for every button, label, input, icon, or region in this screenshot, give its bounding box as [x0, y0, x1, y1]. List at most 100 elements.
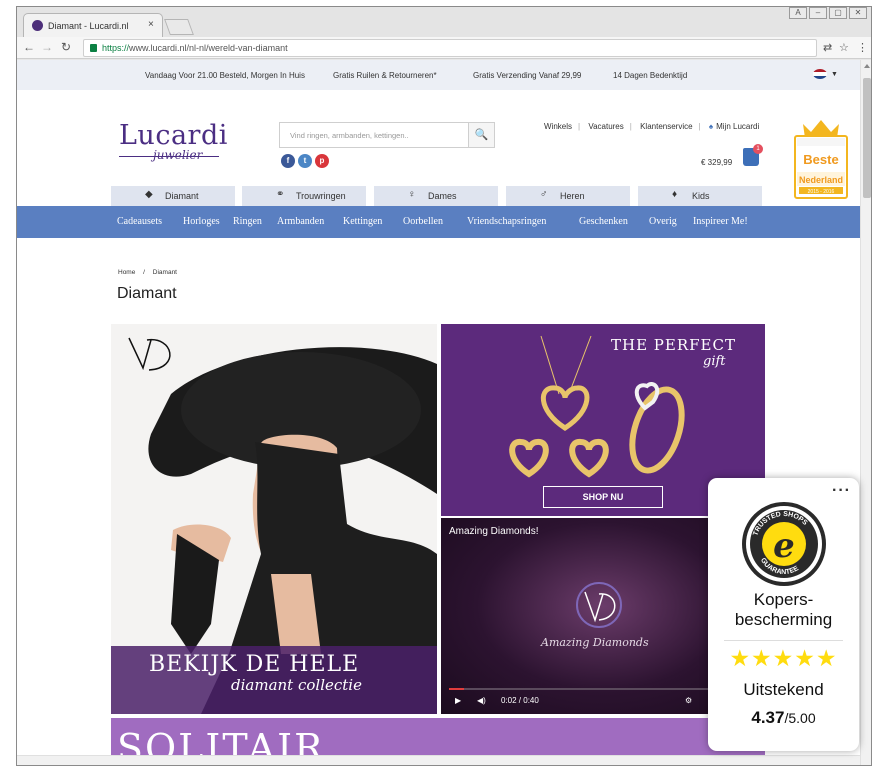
breadcrumb-separator: /: [143, 269, 145, 276]
rings-icon: ⚭: [276, 189, 285, 200]
tab-title: Diamant - Lucardi.nl: [48, 21, 129, 31]
hero-caption: BEKIJK DE HELE diamant collectie: [111, 646, 437, 714]
usp-item: 14 Dagen Bedenktijd: [613, 71, 688, 80]
nav-item-armbanden[interactable]: Armbanden: [277, 216, 324, 227]
rating-stars-icon: ★★★★★: [729, 645, 838, 671]
breadcrumb: Home / Diamant: [118, 269, 177, 276]
buyer-protection-label: Kopers- bescherming: [734, 590, 833, 629]
search-button[interactable]: 🔍: [468, 123, 494, 147]
promo-heading: THE PERFECT: [611, 336, 736, 354]
vertical-scrollbar[interactable]: [860, 60, 871, 765]
horizontal-scrollbar[interactable]: [17, 755, 860, 765]
scroll-up-arrow-icon[interactable]: [864, 64, 870, 68]
usp-item: Vandaag Voor 21.00 Besteld, Morgen In Hu…: [145, 71, 305, 80]
main-navigation: Cadeausets Horloges Ringen Armbanden Ket…: [17, 206, 860, 238]
tab-dames[interactable]: ♀ Dames: [374, 186, 498, 206]
link-klantenservice[interactable]: Klantenservice: [640, 122, 692, 131]
bookmark-star-icon[interactable]: ☆: [839, 41, 849, 54]
svg-text:Beste: Beste: [803, 152, 838, 167]
link-vacatures[interactable]: Vacatures: [588, 122, 623, 131]
tab-label: Heren: [560, 191, 585, 201]
svg-text:2015 - 2016: 2015 - 2016: [808, 189, 835, 195]
nav-item-horloges[interactable]: Horloges: [183, 216, 220, 227]
nav-item-overig[interactable]: Overig: [649, 216, 677, 227]
user-icon: ♠: [708, 122, 714, 131]
video-logo-icon: [576, 582, 622, 628]
nav-item-oorbellen[interactable]: Oorbellen: [403, 216, 443, 227]
video-script-text: Amazing Diamonds: [541, 636, 649, 649]
search-placeholder: Vind ringen, armbanden, kettingen..: [290, 131, 409, 140]
favicon-icon: [32, 20, 43, 31]
top-links: Winkels | Vacatures | Klantenservice | ♠ Mij…: [544, 122, 760, 131]
flag-nl-icon[interactable]: [813, 69, 827, 79]
nav-item-kettingen[interactable]: Kettingen: [343, 216, 382, 227]
maximize-button[interactable]: ▢: [829, 7, 847, 19]
lucardi-logo[interactable]: Lucardi juwelier: [119, 120, 228, 162]
usp-item: Gratis Verzending Vanaf 29,99: [473, 71, 582, 80]
tab-close-icon[interactable]: ×: [148, 19, 154, 30]
pinterest-icon[interactable]: p: [315, 154, 329, 168]
chevron-down-icon[interactable]: ▼: [831, 71, 838, 78]
hero-subheading: diamant collectie: [231, 676, 362, 694]
male-icon: ♂: [540, 189, 548, 200]
browser-tab[interactable]: Diamant - Lucardi.nl ×: [23, 13, 163, 37]
facebook-icon[interactable]: f: [281, 154, 295, 168]
new-tab-button[interactable]: [164, 19, 194, 35]
video-progress-fill: [449, 688, 465, 690]
url-text: https://www.lucardi.nl/nl-nl/wereld-van-…: [102, 43, 288, 53]
kids-icon: ♦: [672, 189, 678, 200]
widget-menu-icon[interactable]: ···: [832, 482, 851, 500]
logo-word: Lucardi: [119, 120, 228, 151]
tab-diamant[interactable]: ◆ Diamant: [111, 186, 235, 206]
rating-score: 4.37/5.00: [751, 708, 816, 727]
breadcrumb-home[interactable]: Home: [118, 269, 135, 276]
tab-label: Kids: [692, 191, 710, 201]
svg-text:Nederland: Nederland: [799, 175, 843, 185]
volume-icon[interactable]: ◀): [477, 696, 486, 705]
award-badge: Beste Nederland 2015 - 2016: [793, 118, 849, 200]
close-window-button[interactable]: ✕: [849, 7, 867, 19]
twitter-icon[interactable]: t: [298, 154, 312, 168]
nav-item-vriendschapsringen[interactable]: Vriendschapsringen: [467, 216, 546, 227]
search-input[interactable]: Vind ringen, armbanden, kettingen.. 🔍: [279, 122, 495, 148]
tab-label: Diamant: [165, 191, 199, 201]
menu-icon[interactable]: ⋮: [857, 41, 868, 54]
scrollbar-thumb[interactable]: [863, 78, 871, 198]
play-icon[interactable]: ▶: [455, 696, 461, 705]
shop-now-button[interactable]: SHOP NU: [543, 486, 663, 508]
usp-item: Gratis Ruilen & Retourneren*: [333, 71, 437, 80]
video-title: Amazing Diamonds!: [449, 526, 539, 537]
link-winkels[interactable]: Winkels: [544, 122, 572, 131]
award-crown-icon: Beste Nederland 2015 - 2016: [794, 120, 848, 199]
trusted-shops-seal-icon: e TRUSTED SHOPS GUARANTEE: [742, 502, 826, 586]
translate-icon[interactable]: ⇄: [823, 41, 832, 54]
nav-item-ringen[interactable]: Ringen: [233, 216, 262, 227]
back-arrow-icon[interactable]: ←: [23, 40, 35, 54]
forward-arrow-icon[interactable]: →: [41, 40, 53, 54]
widget-divider: [724, 640, 843, 641]
tab-heren[interactable]: ♂ Heren: [506, 186, 630, 206]
nav-item-cadeausets[interactable]: Cadeausets: [117, 216, 162, 227]
browser-toolbar: ← → ↻ https://www.lucardi.nl/nl-nl/werel…: [17, 37, 871, 59]
tab-kids[interactable]: ♦ Kids: [638, 186, 762, 206]
tab-label: Trouwringen: [296, 191, 346, 201]
monogram-logo-icon: [128, 337, 171, 371]
breadcrumb-current: Diamant: [152, 269, 177, 276]
female-icon: ♀: [408, 189, 416, 200]
logo-sub: juwelier: [153, 148, 203, 162]
trusted-shops-widget[interactable]: ··· e TRUSTED SHOPS GUARANTEE Kopers- be…: [708, 478, 859, 751]
settings-gear-icon[interactable]: ⚙: [685, 696, 692, 705]
video-time: 0:02 / 0:40: [501, 696, 539, 705]
lock-icon: [90, 44, 97, 52]
reload-icon[interactable]: ↻: [61, 40, 71, 54]
profile-button[interactable]: A: [789, 7, 807, 19]
nav-item-geschenken[interactable]: Geschenken: [579, 216, 628, 227]
cart-count-badge: 1: [753, 144, 763, 154]
address-bar[interactable]: https://www.lucardi.nl/nl-nl/wereld-van-…: [83, 39, 817, 57]
tab-trouwringen[interactable]: ⚭ Trouwringen: [242, 186, 366, 206]
minimize-button[interactable]: –: [809, 7, 827, 19]
nav-item-inspireer-me[interactable]: Inspireer Me!: [693, 216, 748, 227]
hero-banner[interactable]: BEKIJK DE HELE diamant collectie: [111, 324, 437, 714]
window-controls: A – ▢ ✕: [789, 7, 867, 21]
link-mijn-lucardi[interactable]: Mijn Lucardi: [716, 122, 759, 131]
